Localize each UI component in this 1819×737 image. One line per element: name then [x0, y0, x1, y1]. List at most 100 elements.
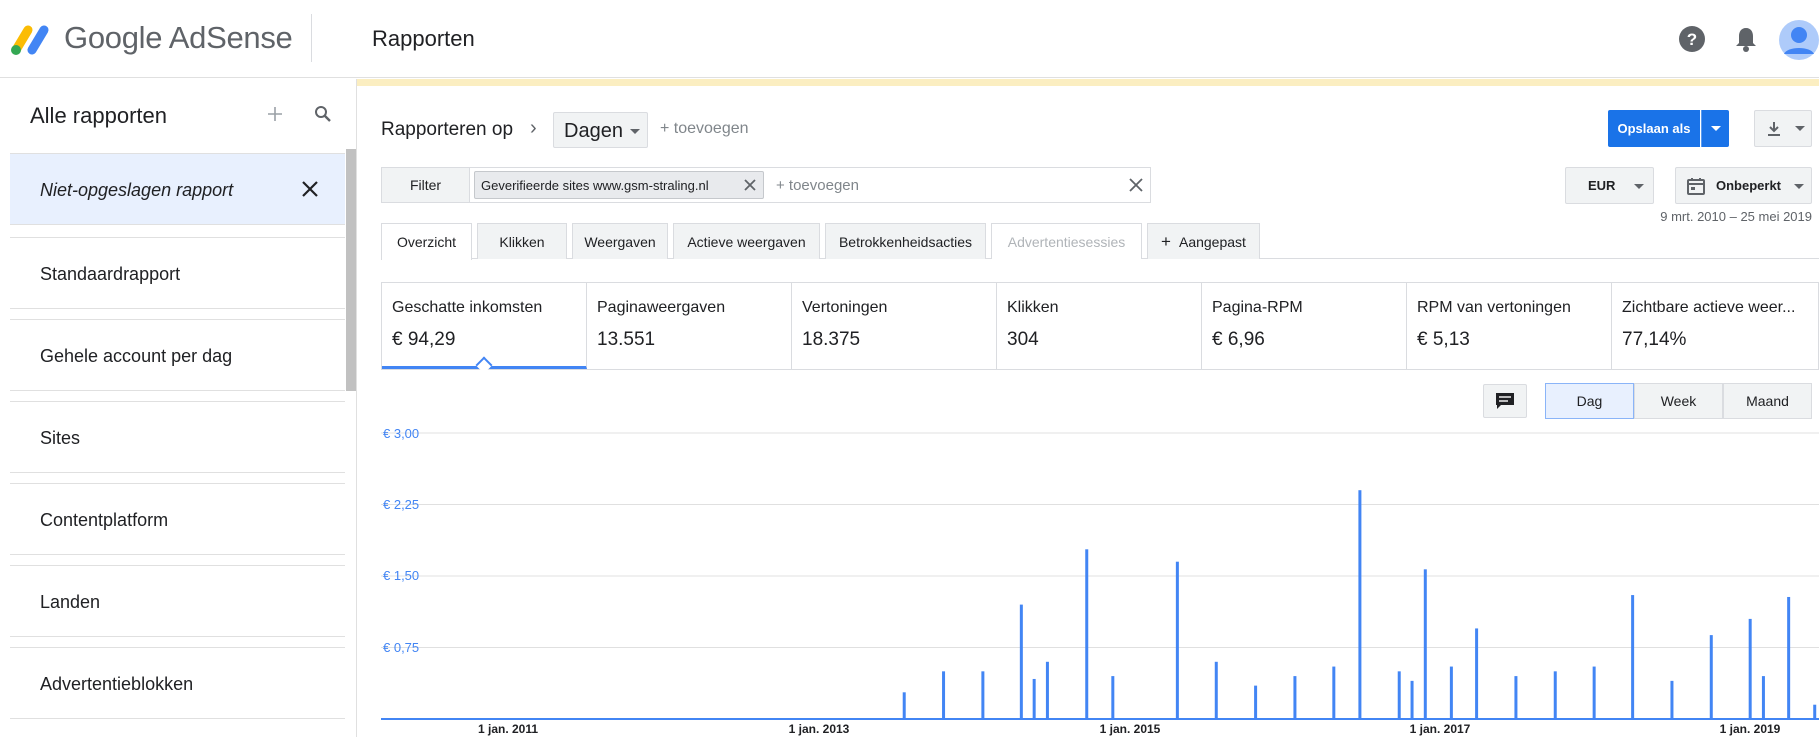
chart-bar[interactable]	[1670, 680, 1674, 719]
chart-bar[interactable]	[1254, 685, 1258, 719]
report-main: Rapporteren op › Dagen + toevoegen Opsla…	[357, 79, 1819, 737]
sidebar-item-unsaved-report[interactable]: Niet-opgeslagen rapport	[10, 153, 345, 225]
chart-bar[interactable]	[1175, 561, 1179, 719]
chart-bar[interactable]	[1592, 666, 1596, 719]
tab-custom[interactable]: + Aangepast	[1147, 223, 1260, 259]
metric-estimated-earnings[interactable]: Geschatte inkomsten € 94,29	[382, 283, 587, 374]
add-dimension-link[interactable]: + toevoegen	[660, 120, 749, 138]
avatar[interactable]	[1779, 20, 1819, 60]
chart-bar[interactable]	[1045, 661, 1049, 719]
chart-bar[interactable]	[1019, 604, 1023, 719]
x-tick-label: 1 jan. 2019	[1719, 722, 1781, 736]
metric-impression-rpm[interactable]: RPM van vertoningen € 5,13	[1407, 283, 1612, 369]
chart-bar[interactable]	[1449, 666, 1453, 719]
chart-bar[interactable]	[981, 671, 985, 719]
annotations-button[interactable]	[1483, 384, 1527, 418]
clear-filters-icon[interactable]	[1126, 175, 1146, 195]
tab-overview[interactable]: Overzicht	[381, 223, 472, 260]
metric-page-rpm[interactable]: Pagina-RPM € 6,96	[1202, 283, 1407, 369]
sidebar-item-content-platform[interactable]: Contentplatform	[10, 483, 345, 555]
help-icon[interactable]: ?	[1673, 20, 1711, 58]
chart-bar[interactable]	[1553, 671, 1557, 719]
chart-bar[interactable]	[1813, 704, 1817, 719]
download-icon	[1768, 122, 1780, 136]
chart-bar[interactable]	[1475, 628, 1479, 719]
metric-name: Geschatte inkomsten	[392, 299, 543, 316]
tab-custom-label: Aangepast	[1178, 233, 1246, 250]
metric-value: 77,14%	[1622, 329, 1687, 350]
notifications-bell-icon[interactable]	[1727, 20, 1765, 58]
metric-value: € 94,29	[392, 329, 456, 350]
chart-bar[interactable]	[1397, 671, 1401, 719]
tab-views[interactable]: Weergaven	[572, 223, 668, 259]
search-icon[interactable]	[308, 99, 338, 129]
chart-bar[interactable]	[942, 671, 946, 719]
chart-bar[interactable]	[1709, 635, 1713, 719]
filter-button[interactable]: Filter	[382, 168, 470, 202]
metric-name: Klikken	[1007, 299, 1059, 316]
y-tick-label: € 1,50	[383, 568, 420, 583]
sidebar-title: Alle rapporten	[30, 103, 167, 128]
sidebar-item-standard-report[interactable]: Standaardrapport	[10, 237, 345, 309]
metric-value: 13.551	[597, 329, 656, 350]
chart-bar[interactable]	[1358, 490, 1362, 719]
currency-select[interactable]: EUR	[1565, 167, 1654, 204]
metric-value: 304	[1007, 329, 1039, 350]
sidebar-scrollbar[interactable]	[346, 149, 356, 391]
date-preset-value: Onbeperkt	[1716, 178, 1782, 193]
granularity-week-button[interactable]: Week	[1634, 383, 1723, 419]
tab-engagement[interactable]: Betrokkenheidsacties	[825, 223, 986, 259]
granularity-day-button[interactable]: Dag	[1545, 383, 1634, 419]
brand-name: Google AdSense	[64, 20, 293, 55]
chart-bar[interactable]	[902, 692, 906, 719]
save-options-button[interactable]	[1701, 110, 1729, 147]
selected-indicator	[475, 356, 493, 374]
date-range-text: 9 mrt. 2010 – 25 mei 2019	[1660, 209, 1812, 224]
add-report-icon[interactable]	[260, 99, 290, 129]
chart-bar[interactable]	[1032, 678, 1036, 719]
plus-icon: +	[1161, 231, 1171, 251]
chart-bar[interactable]	[1631, 595, 1635, 719]
chart-bar[interactable]	[1111, 676, 1115, 719]
metric-clicks[interactable]: Klikken 304	[997, 283, 1202, 369]
dimension-select[interactable]: Dagen	[553, 112, 648, 148]
date-range-select[interactable]: Onbeperkt	[1675, 167, 1812, 204]
chart-bar[interactable]	[1085, 549, 1089, 719]
chart-bar[interactable]	[1410, 680, 1414, 719]
chart-bar[interactable]	[1332, 666, 1336, 719]
chevron-down-icon	[1794, 184, 1804, 189]
metric-impressions[interactable]: Vertoningen 18.375	[792, 283, 997, 369]
granularity-month-button[interactable]: Maand	[1723, 383, 1812, 419]
sidebar-item-label: Standaardrapport	[40, 264, 181, 284]
y-tick-label: € 2,25	[383, 497, 420, 512]
chart-bar[interactable]	[1787, 596, 1791, 719]
sidebar-item-sites[interactable]: Sites	[10, 401, 345, 473]
sidebar-item-ad-units[interactable]: Advertentieblokken	[10, 647, 345, 719]
tab-active-views[interactable]: Actieve weergaven	[673, 223, 820, 259]
sidebar-item-account-per-day[interactable]: Gehele account per dag	[10, 319, 345, 391]
metric-active-view-viewable[interactable]: Zichtbare actieve weer... 77,14%	[1612, 283, 1818, 369]
top-bar: Google AdSense Rapporten ?	[0, 0, 1819, 78]
currency-value: EUR	[1588, 178, 1616, 193]
filter-add-input[interactable]: + toevoegen	[776, 177, 859, 194]
tab-clicks[interactable]: Klikken	[477, 223, 567, 259]
save-as-button[interactable]: Opslaan als	[1608, 110, 1700, 147]
download-button[interactable]	[1754, 110, 1812, 147]
chart-bar[interactable]	[1748, 618, 1752, 719]
filter-chip[interactable]: Geverifieerde sites www.gsm-straling.nl	[474, 171, 764, 199]
chart-bar[interactable]	[1514, 676, 1518, 719]
metric-page-views[interactable]: Paginaweergaven 13.551	[587, 283, 792, 369]
svg-text:?: ?	[1687, 30, 1697, 49]
close-icon[interactable]	[295, 174, 325, 204]
sidebar-item-countries[interactable]: Landen	[10, 565, 345, 637]
chart-bar[interactable]	[1214, 661, 1218, 719]
chart-bar[interactable]	[1761, 676, 1765, 719]
chart-bar[interactable]	[1293, 676, 1297, 719]
x-tick-label: 1 jan. 2011	[477, 722, 539, 736]
remove-filter-icon[interactable]	[741, 176, 759, 194]
x-tick-label: 1 jan. 2013	[788, 722, 850, 736]
y-tick-label: € 3,00	[383, 426, 420, 441]
chart-bar[interactable]	[1423, 569, 1427, 719]
filter-chip-label: Geverifieerde sites www.gsm-straling.nl	[481, 178, 709, 193]
metric-name: Paginaweergaven	[597, 299, 726, 316]
